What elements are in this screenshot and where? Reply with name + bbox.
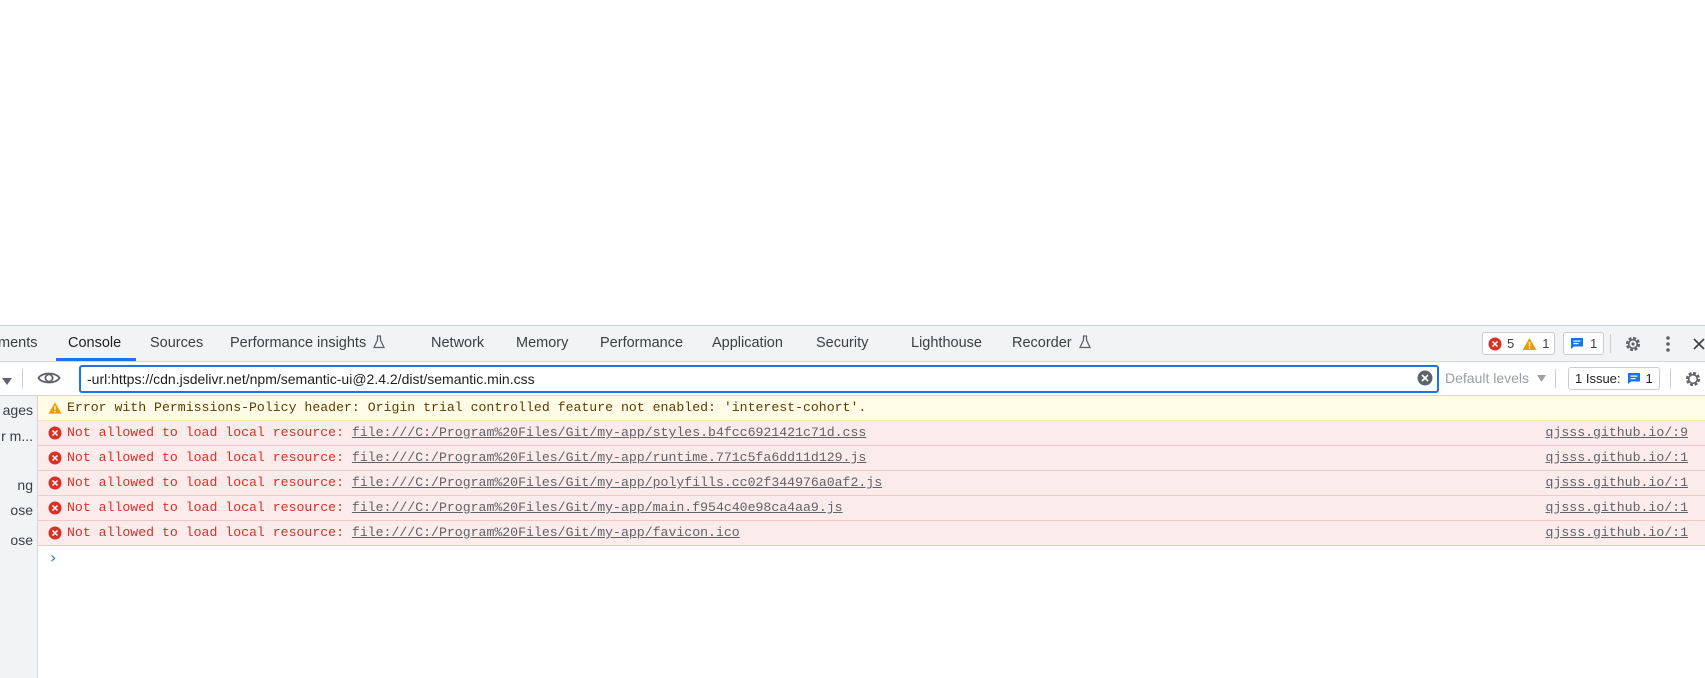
tab-recorder[interactable]: Recorder [1012, 326, 1092, 361]
sidebar-item-warnings[interactable]: ng [17, 477, 33, 493]
tab-console[interactable]: Console [68, 326, 121, 361]
devtools-tabbar: ments Console Sources Performance insigh… [0, 326, 1705, 362]
tab-performance-insights[interactable]: Performance insights [230, 326, 386, 361]
live-expression-eye-icon[interactable] [37, 369, 61, 392]
console-warning-message: Error with Permissions-Policy header: Or… [38, 396, 1705, 421]
error-icon [48, 426, 62, 440]
console-settings-gear-icon[interactable] [1683, 369, 1703, 394]
resource-url-link[interactable]: file:///C:/Program%20Files/Git/my-app/ma… [352, 500, 843, 515]
sidebar-item-info[interactable]: ose [10, 502, 33, 518]
error-icon [48, 451, 62, 465]
console-prompt-chevron-icon[interactable]: › [50, 548, 56, 567]
source-location-link[interactable]: qjsss.github.io/:9 [1546, 421, 1688, 445]
warning-text: Error with Permissions-Policy header: Or… [67, 400, 867, 415]
source-location-link[interactable]: qjsss.github.io/:1 [1546, 521, 1688, 545]
tab-sources[interactable]: Sources [150, 326, 203, 361]
tab-label: Performance insights [230, 335, 367, 351]
warning-icon [48, 402, 62, 414]
resource-url-link[interactable]: file:///C:/Program%20Files/Git/my-app/ru… [352, 450, 866, 465]
error-icon [1488, 337, 1502, 350]
sidebar-item-user-messages[interactable]: r m... [1, 428, 33, 444]
error-text: Not allowed to load local resource: [67, 425, 352, 440]
devtools-panel: ments Console Sources Performance insigh… [0, 325, 1705, 678]
error-icon [48, 526, 62, 540]
divider [22, 369, 23, 388]
settings-gear-icon[interactable] [1622, 333, 1644, 355]
issues-button[interactable]: 1 Issue: 1 [1568, 367, 1660, 390]
console-error-message: Not allowed to load local resource: file… [38, 471, 1705, 496]
sidebar-item-messages[interactable]: ages [3, 402, 33, 418]
issues-count: 1 [1645, 371, 1653, 386]
warning-icon [1522, 337, 1537, 350]
console-error-message: Not allowed to load local resource: file… [38, 496, 1705, 521]
experiment-flask-icon [372, 328, 386, 363]
clear-filter-icon[interactable] [1417, 370, 1433, 391]
issue-counters-button[interactable]: 5 1 [1482, 332, 1556, 355]
source-location-link[interactable]: qjsss.github.io/:1 [1546, 496, 1688, 520]
divider [1555, 369, 1556, 388]
tab-security[interactable]: Security [816, 326, 868, 361]
console-filter-bar: Default levels 1 Issue: 1 [0, 362, 1705, 396]
message-icon [1627, 373, 1640, 384]
console-error-message: Not allowed to load local resource: file… [38, 521, 1705, 546]
tab-performance[interactable]: Performance [600, 326, 683, 361]
error-icon [48, 476, 62, 490]
console-error-message: Not allowed to load local resource: file… [38, 421, 1705, 446]
issues-label: 1 Issue: [1575, 371, 1621, 386]
console-sidebar: ages r m... ng ose ose [0, 396, 38, 678]
error-text: Not allowed to load local resource: [67, 525, 352, 540]
active-tab-indicator [56, 358, 136, 361]
tab-label: Recorder [1012, 335, 1072, 351]
sidebar-item-verbose[interactable]: ose [10, 532, 33, 548]
console-error-message: Not allowed to load local resource: file… [38, 446, 1705, 471]
log-levels-dropdown[interactable]: Default levels [1445, 362, 1546, 395]
tab-lighthouse[interactable]: Lighthouse [911, 326, 982, 361]
log-levels-label: Default levels [1445, 370, 1530, 386]
tab-elements[interactable]: ments [0, 326, 38, 361]
resource-url-link[interactable]: file:///C:/Program%20Files/Git/my-app/po… [352, 475, 882, 490]
filter-input-wrapper [79, 365, 1439, 393]
experiment-flask-icon [1078, 328, 1092, 363]
console-filter-input[interactable] [87, 369, 1397, 389]
divider [1670, 369, 1671, 388]
divider [1610, 334, 1611, 353]
message-counter-button[interactable]: 1 [1563, 332, 1605, 355]
console-messages: Error with Permissions-Policy header: Or… [38, 396, 1705, 678]
tab-network[interactable]: Network [431, 326, 484, 361]
error-text: Not allowed to load local resource: [67, 450, 352, 465]
tab-application[interactable]: Application [712, 326, 783, 361]
close-devtools-icon[interactable] [1688, 333, 1705, 355]
resource-url-link[interactable]: file:///C:/Program%20Files/Git/my-app/fa… [352, 525, 740, 540]
tab-memory[interactable]: Memory [516, 326, 568, 361]
inspected-page-viewport [0, 0, 1705, 325]
warning-counter: 1 [1522, 336, 1549, 351]
resource-url-link[interactable]: file:///C:/Program%20Files/Git/my-app/st… [352, 425, 866, 440]
chevron-down-icon [1536, 375, 1546, 382]
context-dropdown-arrow-icon[interactable] [2, 373, 12, 391]
error-text: Not allowed to load local resource: [67, 500, 352, 515]
error-counter: 5 [1488, 336, 1514, 351]
error-text: Not allowed to load local resource: [67, 475, 352, 490]
error-icon [48, 501, 62, 515]
more-options-kebab-icon[interactable] [1657, 333, 1679, 355]
source-location-link[interactable]: qjsss.github.io/:1 [1546, 446, 1688, 470]
message-icon [1571, 338, 1583, 349]
source-location-link[interactable]: qjsss.github.io/:1 [1546, 471, 1688, 495]
